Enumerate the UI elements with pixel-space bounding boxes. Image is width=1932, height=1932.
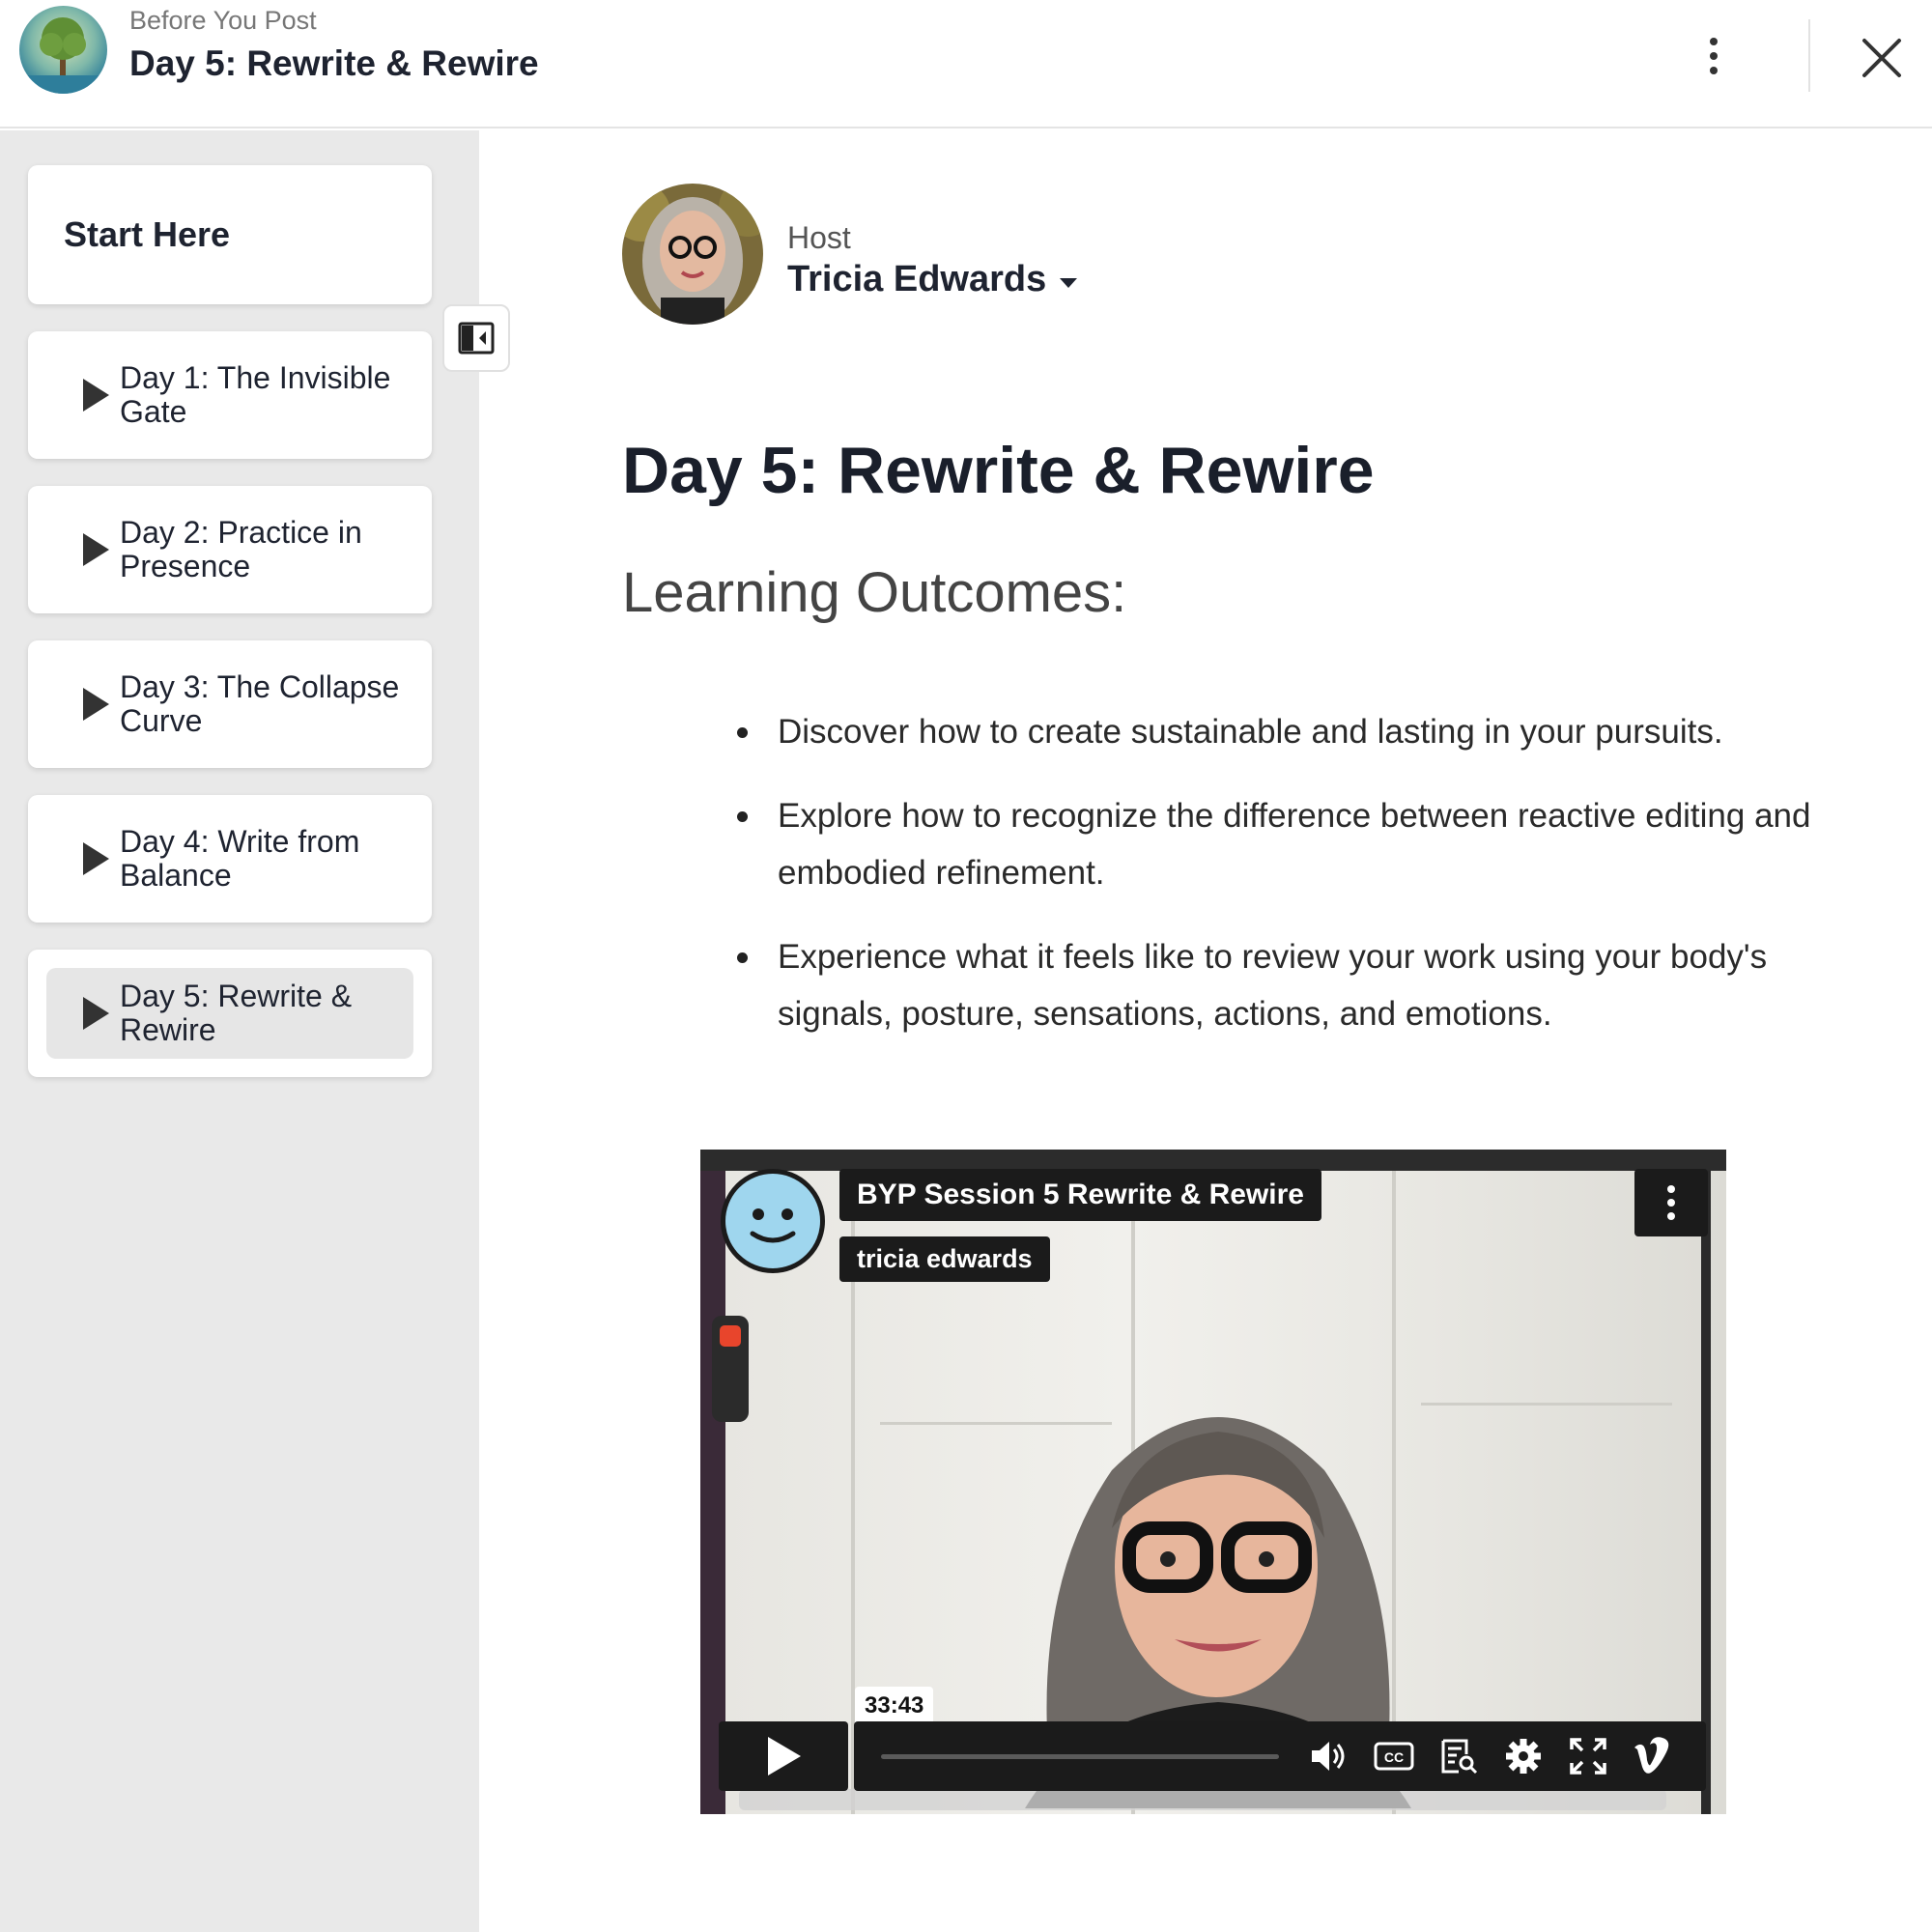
settings-button[interactable] bbox=[1502, 1735, 1545, 1777]
sidebar-item-label: Day 4: Write from Balance bbox=[120, 824, 360, 893]
close-icon bbox=[1862, 39, 1901, 77]
list-item: Experience what it feels like to review … bbox=[734, 928, 1835, 1042]
topbar-divider bbox=[1808, 19, 1810, 92]
collapse-sidebar-button[interactable] bbox=[442, 304, 510, 372]
record-icon bbox=[720, 1325, 741, 1347]
host-name-dropdown[interactable]: Tricia Edwards bbox=[787, 259, 1078, 300]
captions-button[interactable]: CC bbox=[1373, 1735, 1415, 1777]
channel-avatar[interactable] bbox=[721, 1169, 825, 1273]
volume-icon bbox=[1312, 1742, 1345, 1771]
list-item: Discover how to create sustainable and l… bbox=[734, 703, 1835, 760]
sidebar-item-day-3[interactable]: Day 3: The Collapse Curve bbox=[28, 640, 432, 768]
transcript-button[interactable] bbox=[1437, 1735, 1480, 1777]
more-options-button[interactable] bbox=[1692, 29, 1735, 83]
video-title[interactable]: BYP Session 5 Rewrite & Rewire bbox=[839, 1169, 1321, 1221]
sidebar-item-label: Start Here bbox=[64, 214, 231, 254]
learning-outcomes-list: Discover how to create sustainable and l… bbox=[734, 703, 1835, 1069]
play-icon bbox=[83, 533, 109, 566]
learning-outcomes-heading: Learning Outcomes: bbox=[622, 561, 1127, 624]
sidebar-item-start-here[interactable]: Start Here bbox=[28, 165, 432, 304]
volume-button[interactable] bbox=[1308, 1735, 1350, 1777]
vimeo-link[interactable] bbox=[1632, 1735, 1674, 1777]
top-bar: Before You Post Day 5: Rewrite & Rewire bbox=[0, 0, 1932, 128]
play-icon bbox=[83, 379, 109, 412]
play-button[interactable] bbox=[719, 1721, 848, 1791]
host-label: Host bbox=[787, 220, 851, 255]
transcript-icon bbox=[1441, 1739, 1478, 1775]
play-icon bbox=[83, 842, 109, 875]
host-name: Tricia Edwards bbox=[787, 259, 1047, 299]
more-vertical-icon bbox=[1710, 38, 1718, 45]
host-avatar bbox=[622, 184, 763, 325]
sidebar-item-label: Day 5: Rewrite & Rewire bbox=[120, 979, 353, 1047]
play-icon bbox=[768, 1737, 801, 1776]
video-author[interactable]: tricia edwards bbox=[839, 1236, 1050, 1282]
more-vertical-icon bbox=[1667, 1185, 1675, 1193]
progress-bar[interactable] bbox=[881, 1754, 1279, 1759]
play-icon bbox=[83, 688, 109, 721]
fullscreen-button[interactable] bbox=[1567, 1735, 1609, 1777]
vimeo-icon bbox=[1634, 1737, 1669, 1774]
video-controls: CC bbox=[719, 1721, 1706, 1791]
lesson-sidebar: Start Here Day 1: The Invisible Gate Day… bbox=[0, 130, 479, 1932]
sidebar-item-label: Day 3: The Collapse Curve bbox=[120, 669, 400, 738]
video-duration: 33:43 bbox=[855, 1687, 934, 1725]
sidebar-item-label: Day 1: The Invisible Gate bbox=[120, 360, 391, 429]
play-icon bbox=[83, 997, 109, 1030]
gear-icon bbox=[1506, 1739, 1541, 1774]
lesson-title-header: Day 5: Rewrite & Rewire bbox=[129, 43, 539, 83]
video-player[interactable]: BYP Session 5 Rewrite & Rewire tricia ed… bbox=[700, 1150, 1726, 1814]
screen-dock bbox=[739, 1789, 1666, 1810]
video-more-button[interactable] bbox=[1634, 1169, 1708, 1236]
page-title: Day 5: Rewrite & Rewire bbox=[622, 434, 1375, 507]
course-name: Before You Post bbox=[129, 6, 317, 35]
list-item: Explore how to recognize the difference … bbox=[734, 787, 1835, 901]
caret-down-icon bbox=[1060, 277, 1078, 288]
course-logo bbox=[19, 6, 107, 94]
sidebar-collapse-icon bbox=[458, 322, 495, 355]
captions-icon: CC bbox=[1374, 1742, 1414, 1771]
sidebar-item-day-2[interactable]: Day 2: Practice in Presence bbox=[28, 486, 432, 613]
sidebar-item-day-5[interactable]: Day 5: Rewrite & Rewire bbox=[28, 950, 432, 1077]
sidebar-item-day-4[interactable]: Day 4: Write from Balance bbox=[28, 795, 432, 923]
svg-text:CC: CC bbox=[1384, 1749, 1404, 1765]
video-screen-menubar bbox=[700, 1150, 1726, 1171]
sidebar-item-label: Day 2: Practice in Presence bbox=[120, 515, 362, 583]
sidebar-item-day-1[interactable]: Day 1: The Invisible Gate bbox=[28, 331, 432, 459]
fullscreen-icon bbox=[1570, 1738, 1606, 1775]
close-button[interactable] bbox=[1855, 31, 1909, 85]
screen-recorder-indicator bbox=[712, 1316, 749, 1422]
